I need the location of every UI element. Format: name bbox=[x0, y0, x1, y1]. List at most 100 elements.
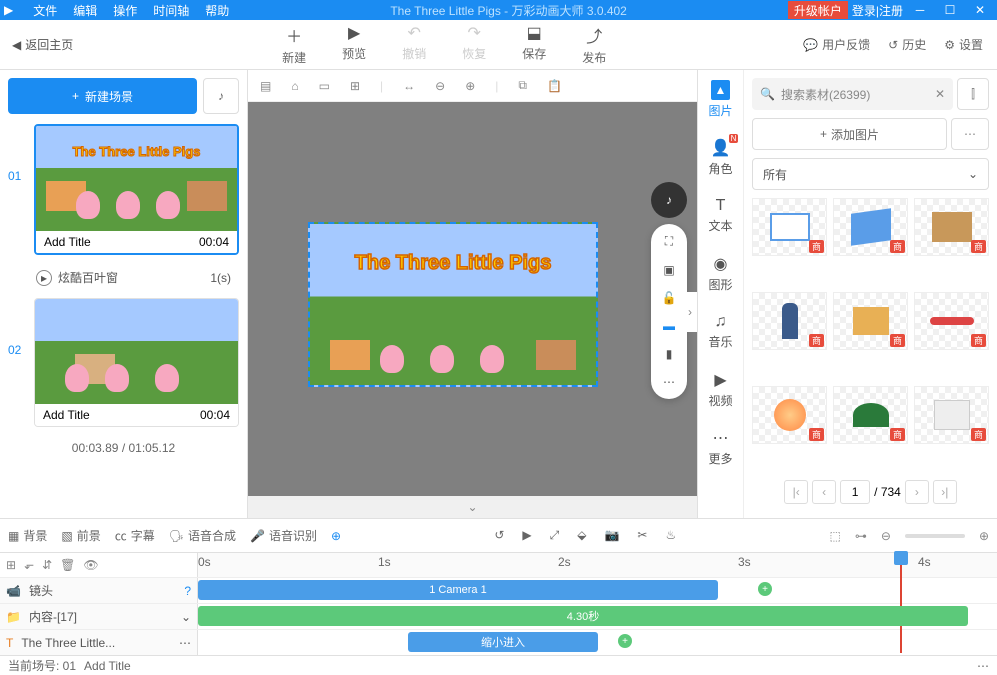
scene-card-2[interactable]: Add Title 00:04 bbox=[34, 298, 239, 427]
crop-icon[interactable]: ✂ bbox=[637, 528, 647, 543]
ruler-icon[interactable]: ⊞ bbox=[350, 79, 360, 93]
asset-item[interactable] bbox=[833, 198, 908, 256]
timeline-ruler[interactable]: 0s 1s 2s 3s 4s bbox=[198, 553, 997, 577]
transition-row[interactable]: ▸ 炫酷百叶窗 1(s) bbox=[28, 265, 239, 290]
marker-icon[interactable]: ⬚ bbox=[830, 529, 841, 543]
login-link[interactable]: 登录|注册 bbox=[852, 2, 903, 19]
add-track-icon[interactable]: ⊞ bbox=[6, 558, 16, 572]
category-select[interactable]: 所有 ⌄ bbox=[752, 158, 989, 190]
page-next-button[interactable]: › bbox=[905, 480, 929, 504]
new-button[interactable]: ＋新建 bbox=[282, 23, 306, 66]
content-track[interactable]: 4.30秒 bbox=[198, 604, 997, 629]
filter-icon[interactable]: ♨ bbox=[665, 528, 676, 543]
asset-item[interactable] bbox=[914, 386, 989, 444]
upgrade-button[interactable]: 升级帐户 bbox=[788, 1, 848, 19]
scene-card-1[interactable]: The Three Little Pigs Add Title 00:04 bbox=[34, 124, 239, 255]
canvas[interactable]: The Three Little Pigs ♪ ⛶ ▣ 🔓 ▬ ▮ ⋯ › bbox=[248, 102, 697, 496]
more-dots-icon[interactable]: ⋯ bbox=[179, 636, 191, 650]
camera-track[interactable]: 1 Camera 1 + bbox=[198, 578, 997, 603]
bg-button[interactable]: ▦背景 bbox=[8, 527, 47, 544]
paste-icon[interactable]: 📋 bbox=[547, 79, 562, 93]
zoom-out-icon[interactable]: ⊖ bbox=[435, 79, 445, 93]
asset-item[interactable] bbox=[752, 386, 827, 444]
preview-button[interactable]: ▶预览 bbox=[342, 23, 366, 66]
menu-timeline[interactable]: 时间轴 bbox=[153, 2, 189, 19]
minimize-button[interactable]: ─ bbox=[907, 1, 933, 19]
asset-item[interactable] bbox=[914, 292, 989, 350]
menu-action[interactable]: 操作 bbox=[113, 2, 137, 19]
content-clip[interactable]: 4.30秒 bbox=[198, 606, 968, 626]
page-last-button[interactable]: ›| bbox=[933, 480, 957, 504]
tab-video[interactable]: ▶视频 bbox=[698, 360, 743, 418]
asr-button[interactable]: 🎤语音识别 bbox=[250, 527, 317, 544]
collapse-icon[interactable]: ⇵ bbox=[42, 558, 52, 572]
tab-text[interactable]: T文本 bbox=[698, 186, 743, 244]
page-first-button[interactable]: |‹ bbox=[784, 480, 808, 504]
fullscreen-icon[interactable]: ⛶ bbox=[665, 234, 673, 249]
new-scene-button[interactable]: +新建场景 bbox=[8, 78, 197, 114]
asset-item[interactable] bbox=[833, 292, 908, 350]
camera-clip[interactable]: 1 Camera 1 bbox=[198, 580, 718, 600]
asset-item[interactable] bbox=[833, 386, 908, 444]
chevron-down-icon[interactable]: ⌄ bbox=[467, 500, 477, 514]
layers-icon[interactable]: ▣ bbox=[663, 263, 674, 277]
unlock-icon[interactable]: 🔓 bbox=[662, 291, 677, 305]
maximize-button[interactable]: ☐ bbox=[937, 1, 963, 19]
tab-shape[interactable]: ◉图形 bbox=[698, 244, 743, 302]
subtitle-button[interactable]: ㏄字幕 bbox=[115, 527, 155, 544]
add-keyframe-button[interactable]: + bbox=[618, 634, 632, 648]
canvas-selection[interactable]: The Three Little Pigs bbox=[308, 222, 598, 387]
asset-item[interactable] bbox=[752, 198, 827, 256]
add-keyframe-button[interactable]: + bbox=[758, 582, 772, 596]
rewind-icon[interactable]: ↺ bbox=[494, 528, 504, 543]
device-icon[interactable]: ▮ bbox=[666, 347, 673, 361]
zoom-slider[interactable] bbox=[905, 534, 965, 538]
feedback-button[interactable]: 💬用户反馈 bbox=[803, 36, 870, 53]
link-icon[interactable]: ⊶ bbox=[855, 529, 867, 543]
filter-button[interactable]: ⫿ bbox=[957, 78, 989, 110]
publish-button[interactable]: ⤴发布 bbox=[582, 23, 606, 66]
text-clip[interactable]: 缩小进入 bbox=[408, 632, 598, 652]
page-prev-button[interactable]: ‹ bbox=[812, 480, 836, 504]
menu-file[interactable]: 文件 bbox=[33, 2, 57, 19]
tab-role[interactable]: 👤角色 bbox=[698, 128, 743, 186]
search-input[interactable]: 🔍 搜索素材(26399) ✕ bbox=[752, 78, 953, 110]
fullscreen-icon[interactable]: ⤢ bbox=[550, 528, 560, 543]
tab-more[interactable]: ⋯更多 bbox=[698, 418, 743, 476]
clear-icon[interactable]: ✕ bbox=[935, 87, 945, 101]
tab-image[interactable]: ▲图片 bbox=[698, 70, 743, 128]
tab-music[interactable]: ♫音乐 bbox=[698, 302, 743, 360]
menu-edit[interactable]: 编辑 bbox=[73, 2, 97, 19]
menu-help[interactable]: 帮助 bbox=[205, 2, 229, 19]
zoom-out-tl-icon[interactable]: ⊖ bbox=[881, 529, 891, 543]
text-track[interactable]: 缩小进入 + bbox=[198, 630, 997, 655]
tts-button[interactable]: 🗣语音合成 bbox=[169, 527, 236, 544]
keyframe-add-icon[interactable]: ⬙ bbox=[577, 528, 586, 543]
redo-button[interactable]: ↷恢复 bbox=[462, 23, 486, 66]
add-more-button[interactable]: ⋯ bbox=[951, 118, 989, 150]
fg-button[interactable]: ▧前景 bbox=[61, 527, 100, 544]
more-dots-icon[interactable]: ⋯ bbox=[663, 375, 675, 389]
asset-item[interactable] bbox=[914, 198, 989, 256]
align-left-icon[interactable]: ▤ bbox=[260, 79, 271, 93]
home-icon[interactable]: ⌂ bbox=[291, 79, 298, 93]
play-icon[interactable]: ▶ bbox=[522, 528, 531, 543]
panel-expand-button[interactable]: › bbox=[683, 292, 697, 332]
float-music-button[interactable]: ♪ bbox=[651, 182, 687, 218]
rect-icon[interactable]: ▭ bbox=[319, 79, 330, 93]
delete-icon[interactable]: 🗑 bbox=[60, 558, 75, 572]
close-button[interactable]: ✕ bbox=[967, 1, 993, 19]
zoom-in-tl-icon[interactable]: ⊕ bbox=[979, 529, 989, 543]
scene-music-button[interactable]: ♪ bbox=[203, 78, 239, 114]
copy-icon[interactable]: ⧉ bbox=[518, 78, 527, 93]
camera-icon[interactable]: 📷 bbox=[604, 528, 619, 543]
undo-button[interactable]: ↶撤销 bbox=[402, 23, 426, 66]
history-button[interactable]: ↺历史 bbox=[888, 36, 926, 53]
align-h-icon[interactable]: ↔ bbox=[403, 79, 415, 93]
asset-item[interactable] bbox=[752, 292, 827, 350]
back-home-button[interactable]: ◀ 返回主页 bbox=[0, 36, 85, 53]
chevron-down-icon[interactable]: ⌄ bbox=[181, 610, 191, 624]
settings-button[interactable]: ⚙设置 bbox=[944, 36, 983, 53]
page-input[interactable] bbox=[840, 480, 870, 504]
more-dots-icon[interactable]: ⊕ bbox=[331, 529, 341, 543]
